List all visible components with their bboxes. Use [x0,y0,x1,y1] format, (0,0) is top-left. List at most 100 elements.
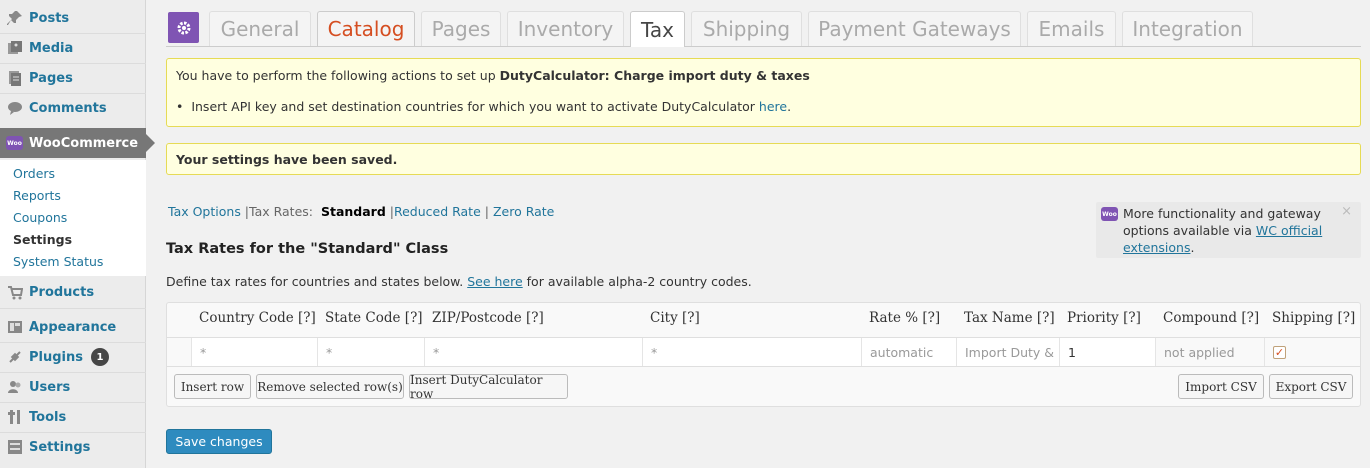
see-here-link[interactable]: See here [467,274,522,289]
rate-input[interactable]: automatic [862,338,957,366]
media-icon [6,39,24,57]
sidebar-item-label: Plugins [29,349,83,365]
setup-here-link[interactable]: here [759,99,787,114]
tab-emails[interactable]: Emails [1027,11,1116,46]
admin-sidebar: Posts Media Pages Comments Woo WooCommer… [0,0,155,468]
import-csv-button[interactable]: Import CSV [1178,374,1264,399]
page-title: Tax Rates for the "Standard" Class [166,241,449,257]
country-code-input[interactable]: * [192,338,318,366]
users-icon [6,378,24,396]
sidebar-item-posts[interactable]: Posts [0,5,146,31]
sidebar-item-products[interactable]: Products [0,279,146,305]
col-zip-postcode: ZIP/Postcode [?] [432,310,544,326]
city-input[interactable]: * [643,338,862,366]
col-city: City [?] [650,310,700,326]
submenu-system-status[interactable]: System Status [13,254,103,269]
description-suffix: for available alpha-2 country codes. [522,274,752,289]
woocommerce-submenu: Orders Reports Coupons Settings System S… [0,160,146,276]
col-rate: Rate % [?] [869,310,941,326]
col-priority: Priority [?] [1067,310,1141,326]
woocommerce-logo-icon: Woo [6,136,23,150]
sidebar-item-comments[interactable]: Comments [0,95,146,121]
sidebar-item-label: Comments [29,100,107,116]
sidebar-item-label: Media [29,40,74,56]
sidebar-item-woocommerce[interactable]: Woo WooCommerce [0,128,155,158]
tab-integration[interactable]: Integration [1122,11,1253,46]
sidebar-item-plugins[interactable]: Plugins 1 [0,344,146,370]
tax-subnav: Tax Options |Tax Rates: Standard |Reduce… [168,204,554,219]
plugins-update-badge: 1 [91,348,109,366]
col-state-code: State Code [?] [325,310,423,326]
bullet-icon: • [176,99,184,114]
sidebar-item-users[interactable]: Users [0,374,146,400]
subnav-separator: | [385,204,394,219]
appearance-icon [6,318,24,336]
sidebar-item-label: Pages [29,70,73,86]
sidebar-item-label: Users [29,379,71,395]
tab-catalog[interactable]: Catalog [317,11,415,46]
submenu-orders[interactable]: Orders [13,166,55,181]
sidebar-item-pages[interactable]: Pages [0,65,146,91]
close-icon[interactable]: × [1341,204,1352,219]
plugins-icon [6,348,24,366]
setup-item-text: Insert API key and set destination count… [191,99,759,114]
description-prefix: Define tax rates for countries and state… [166,274,468,289]
setup-suffix: . [787,99,792,114]
zip-postcode-input[interactable]: * [425,338,643,366]
subnav-label: |Tax Rates: [240,204,317,219]
setup-notice: You have to perform the following action… [166,58,1361,127]
sidebar-item-media[interactable]: Media [0,35,146,61]
sidebar-item-settings[interactable]: Settings [0,434,146,460]
tax-name-input[interactable]: Import Duty & [957,338,1060,366]
tab-inventory[interactable]: Inventory [507,11,624,46]
tab-shipping[interactable]: Shipping [691,11,802,46]
setup-notice-text: You have to perform the following action… [176,68,810,83]
extensions-notice: Woo More functionality and gateway optio… [1096,202,1361,258]
subnav-separator: | [480,204,493,219]
woocommerce-logo-icon: Woo [1101,207,1118,221]
remove-rows-button[interactable]: Remove selected row(s) [256,374,404,399]
comments-icon [6,99,24,117]
tools-icon [6,408,24,426]
submenu-coupons[interactable]: Coupons [13,210,67,225]
insert-row-button[interactable]: Insert row [174,374,251,399]
insert-dutycalculator-row-button[interactable]: Insert DutyCalculator row [409,373,568,401]
shipping-checkbox[interactable]: ✓ [1273,345,1286,359]
save-changes-button[interactable]: Save changes [166,429,272,454]
settings-saved-notice: Your settings have been saved. [166,143,1361,175]
priority-input[interactable]: 1 [1060,338,1156,366]
submenu-settings[interactable]: Settings [13,232,72,247]
tab-general[interactable]: General [209,11,311,46]
col-country-code: Country Code [?] [199,310,316,326]
setup-plugin-name: DutyCalculator: Charge import duty & tax… [499,68,810,83]
subnav-tax-options[interactable]: Tax Options [168,204,241,219]
tab-pages[interactable]: Pages [421,11,501,46]
setup-prefix: You have to perform the following action… [176,68,500,83]
compound-cell[interactable]: not applied [1156,338,1265,366]
tax-rates-description: Define tax rates for countries and state… [166,274,752,289]
subnav-reduced-rate[interactable]: Reduced Rate [394,204,481,219]
sidebar-item-appearance[interactable]: Appearance [0,314,146,340]
export-csv-button[interactable]: Export CSV [1269,374,1353,399]
col-compound: Compound [?] [1163,310,1260,326]
subnav-zero-rate[interactable]: Zero Rate [493,204,554,219]
tab-payment-gateways[interactable]: Payment Gateways [808,11,1021,46]
shipping-cell: ✓ [1265,338,1360,366]
submenu-reports[interactable]: Reports [13,188,61,203]
pages-icon [6,69,24,87]
sidebar-item-label: WooCommerce [29,135,139,151]
row-handle[interactable] [167,338,192,366]
tab-tax[interactable]: Tax [630,11,685,47]
extensions-notice-text: More functionality and gateway options a… [1123,205,1333,256]
col-tax-name: Tax Name [?] [964,310,1055,326]
pushpin-icon [6,9,24,27]
sidebar-item-tools[interactable]: Tools [0,404,146,430]
settings-saved-text: Your settings have been saved. [176,152,398,167]
subnav-standard[interactable]: Standard [321,204,386,219]
sidebar-item-label: Appearance [29,319,117,335]
state-code-input[interactable]: * [318,338,425,366]
sidebar-item-label: Tools [29,409,67,425]
extensions-suffix: . [1190,240,1195,255]
checkmark-icon: ✓ [1274,345,1285,359]
col-shipping: Shipping [?] [1272,310,1356,326]
